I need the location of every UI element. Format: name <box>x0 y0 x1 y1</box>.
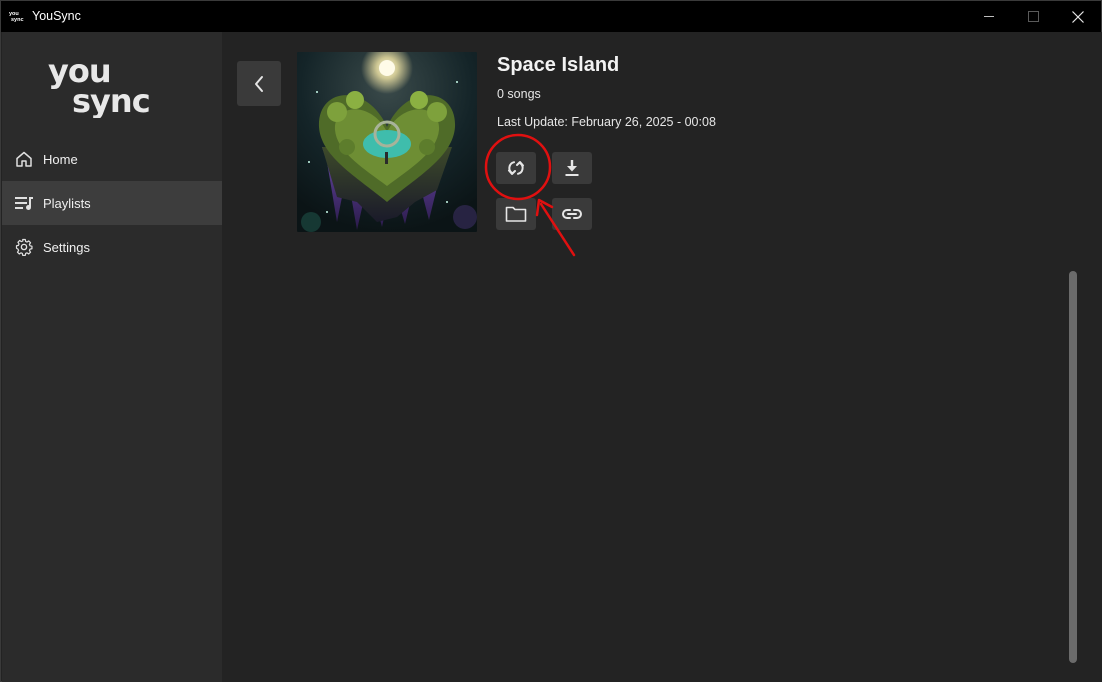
close-icon <box>1072 10 1084 23</box>
title-bar[interactable]: you sync YouSync <box>1 1 1101 32</box>
download-button[interactable] <box>552 152 592 184</box>
close-button[interactable] <box>1055 1 1101 32</box>
svg-text:sync: sync <box>72 82 150 118</box>
scrollbar[interactable] <box>1069 271 1077 663</box>
sync-icon <box>508 161 524 175</box>
sidebar-item-label: Settings <box>43 239 90 255</box>
chevron-left-icon <box>255 75 263 92</box>
link-icon <box>562 209 582 219</box>
app-logo-icon: you sync <box>9 11 24 22</box>
playlist-title: Space Island <box>497 54 620 76</box>
sidebar-item-home[interactable]: Home <box>2 137 222 181</box>
open-folder-button[interactable] <box>496 198 536 230</box>
window-title: YouSync <box>32 9 81 23</box>
app-window: you sync YouSync you sync Home Playlists… <box>0 0 1102 682</box>
sync-button[interactable] <box>496 152 536 184</box>
sidebar-item-label: Home <box>43 151 78 167</box>
song-count: 0 songs <box>497 87 541 101</box>
sidebar-item-settings[interactable]: Settings <box>2 225 222 269</box>
playlist-icon <box>14 193 34 213</box>
gear-icon <box>14 237 34 257</box>
sidebar-item-playlists[interactable]: Playlists <box>2 181 222 225</box>
last-update-text: Last Update: February 26, 2025 - 00:08 <box>497 115 716 129</box>
svg-text:sync: sync <box>11 17 24 22</box>
sidebar: you sync Home Playlists Settings <box>2 32 222 682</box>
back-button[interactable] <box>237 61 281 106</box>
sidebar-item-label: Playlists <box>43 195 91 211</box>
yousync-logo: you sync <box>48 54 151 118</box>
home-icon <box>14 149 34 169</box>
download-icon <box>565 160 579 176</box>
minimize-button[interactable] <box>966 1 1012 32</box>
minimize-icon <box>983 16 994 17</box>
playlist-cover-image <box>297 52 477 232</box>
maximize-button[interactable] <box>1010 1 1056 32</box>
folder-icon <box>505 206 527 222</box>
copy-link-button[interactable] <box>552 198 592 230</box>
maximize-icon <box>1027 11 1039 22</box>
main-content: Space Island 0 songs Last Update: Februa… <box>222 32 1102 682</box>
